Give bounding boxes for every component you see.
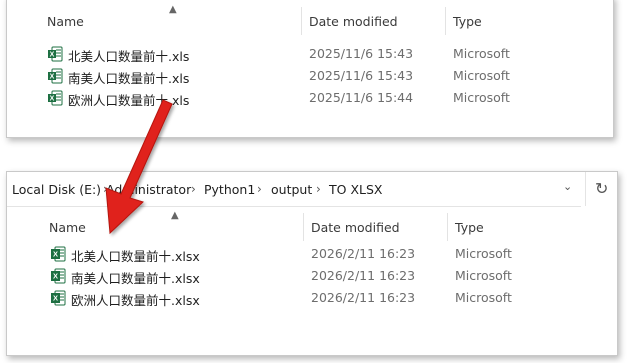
svg-text:X: X — [53, 294, 58, 303]
chevron-right-icon[interactable]: › — [257, 182, 262, 196]
sort-ascending-icon: ▲ — [169, 4, 177, 15]
column-header-type[interactable]: Type — [453, 14, 482, 29]
refresh-icon: ↻ — [595, 179, 609, 198]
svg-text:X: X — [53, 272, 58, 281]
svg-text:X: X — [53, 250, 58, 259]
excel-file-icon: X — [51, 246, 66, 262]
file-row[interactable]: X 北美人口数量前十.xlsx 2026/2/11 16:23 Microsof… — [50, 244, 610, 265]
file-name: 北美人口数量前十.xlsx — [71, 249, 200, 264]
excel-file-icon: X — [48, 90, 63, 106]
excel-file-icon: X — [51, 268, 66, 284]
column-header-name[interactable]: Name — [49, 220, 86, 235]
file-type: Microsoft — [453, 90, 510, 105]
refresh-button[interactable]: ↻ — [585, 172, 617, 206]
chevron-right-icon[interactable]: › — [316, 182, 321, 196]
file-type: Microsoft — [455, 290, 512, 305]
file-row[interactable]: X 欧洲人口数量前十.xls 2025/11/6 15:44 Microsoft — [47, 88, 607, 109]
excel-file-icon: X — [48, 46, 63, 62]
file-row[interactable]: X 南美人口数量前十.xls 2025/11/6 15:43 Microsoft — [47, 66, 607, 87]
breadcrumb-item[interactable]: Administrator — [106, 182, 191, 197]
column-header-row: ▲ Name Date modified Type — [7, 210, 617, 241]
file-date-modified: 2026/2/11 16:23 — [311, 246, 416, 261]
file-type: Microsoft — [453, 68, 510, 83]
breadcrumb-item[interactable]: output — [271, 182, 312, 197]
excel-file-icon: X — [48, 68, 63, 84]
column-header-date-modified[interactable]: Date modified — [311, 220, 400, 235]
chevron-right-icon[interactable]: › — [191, 182, 196, 196]
file-date-modified: 2026/2/11 16:23 — [311, 268, 416, 283]
file-row[interactable]: X 北美人口数量前十.xls 2025/11/6 15:43 Microsoft — [47, 44, 607, 65]
file-date-modified: 2025/11/6 15:43 — [309, 46, 414, 61]
explorer-window-converted: Local Disk (E:) › Administrator › Python… — [6, 171, 618, 356]
file-date-modified: 2025/11/6 15:44 — [309, 90, 414, 105]
explorer-window-original: ▲ Name Date modified Type X 北美人口数量前十.xls… — [6, 0, 614, 138]
svg-text:X: X — [50, 52, 55, 59]
svg-text:X: X — [50, 74, 55, 81]
breadcrumb-item[interactable]: TO XLSX — [329, 182, 382, 197]
column-divider[interactable] — [447, 213, 448, 241]
file-name: 南美人口数量前十.xlsx — [71, 271, 200, 286]
file-row[interactable]: X 欧洲人口数量前十.xlsx 2026/2/11 16:23 Microsof… — [50, 288, 610, 309]
file-name: 欧洲人口数量前十.xlsx — [71, 293, 200, 308]
breadcrumb-item[interactable]: Local Disk (E:) — [12, 182, 101, 197]
file-name: 北美人口数量前十.xls — [68, 49, 190, 64]
column-divider[interactable] — [303, 213, 304, 241]
file-name: 欧洲人口数量前十.xls — [68, 93, 190, 108]
address-bar[interactable]: Local Disk (E:) › Administrator › Python… — [7, 172, 581, 207]
file-date-modified: 2026/2/11 16:23 — [311, 290, 416, 305]
column-header-name[interactable]: Name — [47, 14, 84, 29]
breadcrumb-item[interactable]: Python1 — [204, 182, 255, 197]
chevron-down-icon[interactable]: ⌄ — [563, 180, 577, 196]
column-header-row: ▲ Name Date modified Type — [7, 4, 613, 35]
file-type: Microsoft — [455, 246, 512, 261]
file-name: 南美人口数量前十.xls — [68, 71, 190, 86]
file-type: Microsoft — [455, 268, 512, 283]
column-header-date-modified[interactable]: Date modified — [309, 14, 398, 29]
column-divider[interactable] — [445, 7, 446, 35]
column-header-type[interactable]: Type — [455, 220, 484, 235]
column-divider[interactable] — [301, 7, 302, 35]
file-type: Microsoft — [453, 46, 510, 61]
excel-file-icon: X — [51, 290, 66, 306]
sort-ascending-icon: ▲ — [171, 210, 179, 221]
file-row[interactable]: X 南美人口数量前十.xlsx 2026/2/11 16:23 Microsof… — [50, 266, 610, 287]
svg-text:X: X — [50, 96, 55, 103]
file-date-modified: 2025/11/6 15:43 — [309, 68, 414, 83]
